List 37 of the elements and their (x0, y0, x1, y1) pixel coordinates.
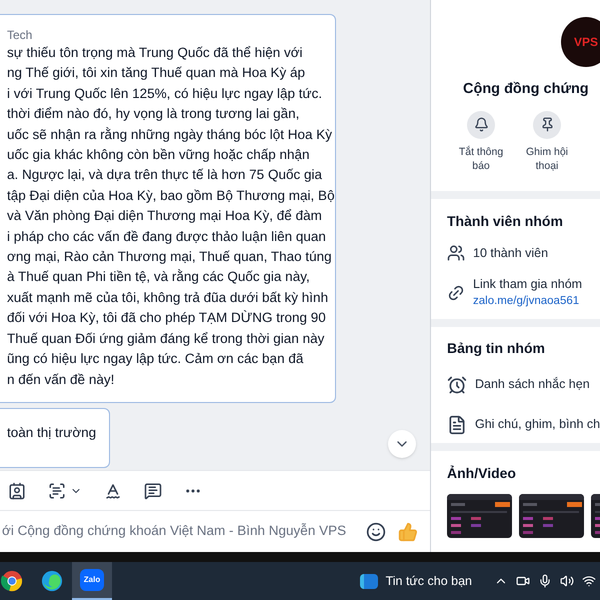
section-title: Thành viên nhóm (447, 212, 564, 231)
people-icon (447, 244, 465, 262)
document-icon (447, 414, 467, 434)
emoji-icon[interactable] (366, 522, 386, 542)
wifi-icon[interactable] (582, 574, 596, 588)
board-item[interactable]: Ghi chú, ghim, bình ch (475, 415, 600, 434)
camera-icon[interactable] (516, 574, 530, 588)
contact-card-icon[interactable] (8, 482, 26, 500)
bell-icon (474, 117, 488, 132)
avatar-text: VPS (574, 34, 598, 51)
chrome-icon (1, 570, 23, 592)
thumbs-up-icon[interactable] (398, 522, 418, 542)
action-button[interactable]: Tắt thông báo (455, 110, 507, 173)
action-button[interactable]: Ghim hội thoại (521, 110, 573, 173)
message-text: sự thiếu tôn trọng mà Trung Quốc đã thể hiện với ng Thế giới, tôi xin tăng Thuế quan mà Hoa Kỳ áp i với Trung Quốc lên 125%, có hiệu lực ngay lập tức. thời điểm nào đó, hy vọng là trong tương lai gần, uốc sẽ nhận ra rằng những ngày tháng bóc lột Hoa Kỳ uốc gia khác không còn bền vững hoặc chấp nhận a. Ngược lại, và dựa trên thực tế là hơn 75 Quốc gia tập Đại diện của Hoa Kỳ, bao gồm Bộ Thương mại, Bộ và Văn phòng Đại diện Thương mại Hoa Kỳ, để đàm i pháp cho các vấn đề đang được thảo luận liên quan ơng mại, Rào cản Thương mại, Thuế quan, Thao túng à Thuế quan Phi tiền tệ, và rằng các Quốc gia này, xuất mạnh mẽ của tôi, không trả đũa dưới bất kỳ hình đối với Hoa Kỳ, tôi đã cho phép TẠM DỪNG trong 90 Thuế quan Đối ứng giảm đáng kể trong thời gian này ũng có hiệu lực ngay lập tức. Cảm ơn các bạn đã n đến vấn đề này! (7, 44, 335, 389)
link-label: Link tham gia nhóm (473, 276, 582, 293)
group-link[interactable]: zalo.me/g/jvnaoa561 (473, 293, 582, 310)
section-title: Ảnh/Video (447, 464, 517, 482)
taskbar-app[interactable]: Zalo (72, 562, 112, 600)
quick-message-icon[interactable] (144, 482, 162, 500)
section-title: Bảng tin nhóm (447, 338, 546, 358)
board-item[interactable]: Danh sách nhắc hẹn (475, 375, 590, 394)
zalo-icon: Zalo (80, 569, 104, 591)
message-input[interactable]: ới Cộng đồng chứng khoán Việt Nam - Bình Nguyễn VPS (0, 511, 360, 552)
group-name: Cộng đồng chứng (463, 80, 589, 99)
text-format-icon[interactable] (104, 482, 122, 500)
message-text: toàn thị trường (7, 425, 96, 440)
microphone-icon[interactable] (538, 574, 552, 588)
sender-name: Tech (7, 27, 34, 43)
edge-icon (41, 570, 63, 592)
alarm-clock-icon (447, 374, 467, 394)
pin-icon (540, 117, 554, 132)
news-widget[interactable]: Tin tức cho bạn (386, 572, 472, 590)
news-icon (360, 574, 378, 588)
screenshot-icon[interactable] (48, 482, 66, 500)
speaker-icon[interactable] (560, 574, 574, 588)
member-count[interactable]: 10 thành viên (473, 244, 548, 262)
